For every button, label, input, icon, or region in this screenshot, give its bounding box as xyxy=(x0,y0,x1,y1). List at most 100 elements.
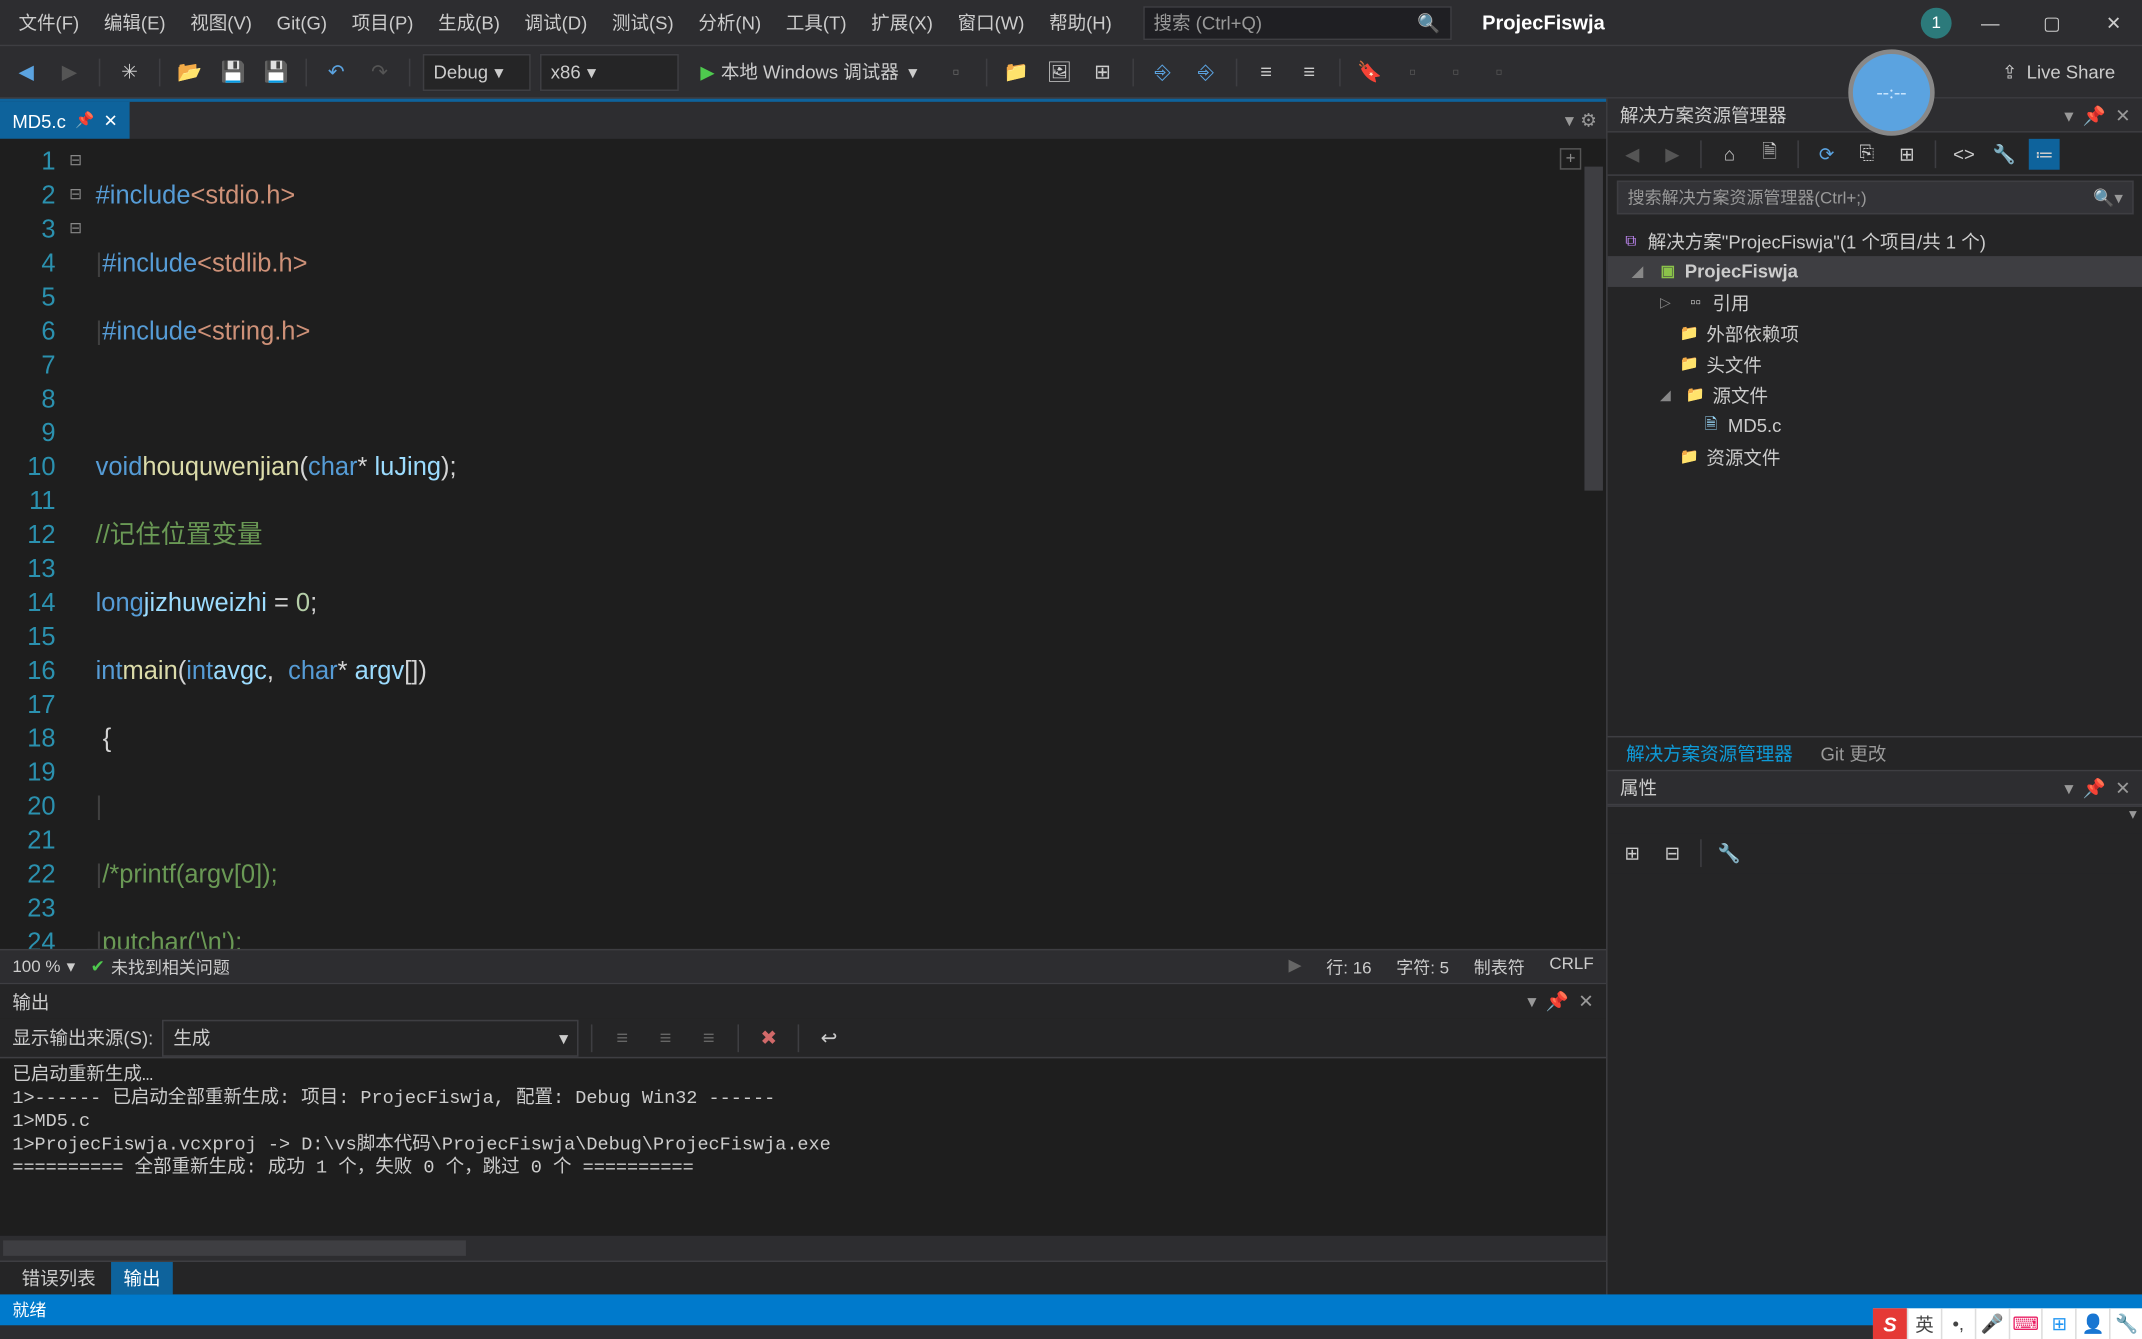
code-editor[interactable]: + 12345678910111213141516171819202122232… xyxy=(0,139,1606,949)
maximize-button[interactable]: ▢ xyxy=(2029,2,2075,42)
menu-analyze[interactable]: 分析(N) xyxy=(686,5,773,40)
redo-icon[interactable]: ↷ xyxy=(363,55,397,89)
tab-md5c[interactable]: MD5.c 📌 ✕ xyxy=(0,102,130,139)
output-scrollbar[interactable] xyxy=(0,1236,1606,1261)
tab-dropdown-icon[interactable]: ▾ xyxy=(1565,110,1574,132)
menu-file[interactable]: 文件(F) xyxy=(6,5,91,40)
menu-test[interactable]: 测试(S) xyxy=(600,5,686,40)
se-code-icon[interactable]: <> xyxy=(1949,138,1980,169)
bookmark-icon[interactable]: 🔖 xyxy=(1352,55,1386,89)
config-combo[interactable]: Debug▾ xyxy=(423,53,531,90)
undo-icon[interactable]: ↶ xyxy=(319,55,353,89)
code-area[interactable]: #include <stdio.h> |#include<stdlib.h> |… xyxy=(86,139,1606,949)
se-tab-git[interactable]: Git 更改 xyxy=(1808,737,1899,769)
tree-sources[interactable]: ◢ 📁 源文件 xyxy=(1608,380,2142,411)
tool-icon-2[interactable]: 📁 xyxy=(999,55,1033,89)
tool-icon-1[interactable]: ▫ xyxy=(939,55,973,89)
se-tab-solution[interactable]: 解决方案资源管理器 xyxy=(1614,737,1805,769)
output-pin-icon[interactable]: 📌 xyxy=(1546,990,1569,1012)
open-icon[interactable]: 📂 xyxy=(173,55,207,89)
platform-combo[interactable]: x86▾ xyxy=(540,53,679,90)
tool-icon-7[interactable]: ▫ xyxy=(1482,55,1516,89)
ime-grid-icon[interactable]: ⊞ xyxy=(2042,1308,2076,1339)
minimize-button[interactable]: — xyxy=(1967,2,2013,42)
uncomment-icon[interactable]: ≡ xyxy=(1292,55,1326,89)
comment-icon[interactable]: ≡ xyxy=(1249,55,1283,89)
menu-window[interactable]: 窗口(W) xyxy=(945,5,1037,40)
ime-tool-icon[interactable]: 🔧 xyxy=(2109,1308,2142,1339)
tab-settings-icon[interactable]: ⚙ xyxy=(1580,110,1597,132)
se-tool-3[interactable]: ⊞ xyxy=(1891,138,1922,169)
ime-punct-icon[interactable]: •, xyxy=(1941,1308,1975,1339)
output-source-combo[interactable]: 生成▾ xyxy=(163,1019,580,1056)
tool-icon-6[interactable]: ▫ xyxy=(1439,55,1473,89)
props-az-icon[interactable]: ⊟ xyxy=(1657,838,1688,869)
se-tool-1[interactable]: 🗎 xyxy=(1754,138,1785,169)
se-search[interactable]: 搜索解决方案资源管理器(Ctrl+;) 🔍▾ xyxy=(1617,181,2134,215)
live-share-button[interactable]: ⇪ Live Share xyxy=(2002,61,2115,83)
props-close-icon[interactable]: ✕ xyxy=(2115,777,2131,799)
ime-mic-icon[interactable]: 🎤 xyxy=(1974,1308,2008,1339)
se-props-icon[interactable]: ≔ xyxy=(2029,138,2060,169)
editor-scrollbar[interactable] xyxy=(1581,139,1606,949)
se-close-icon[interactable]: ✕ xyxy=(2115,104,2131,126)
tool-icon-3[interactable]: 🖼 xyxy=(1042,55,1076,89)
se-pin-icon[interactable]: 📌 xyxy=(2083,104,2106,126)
output-dropdown-icon[interactable]: ▾ xyxy=(1527,990,1536,1012)
step-icon-1[interactable]: ⎆ xyxy=(1146,55,1180,89)
zoom-dropdown-icon[interactable]: ▾ xyxy=(67,957,76,977)
menu-project[interactable]: 项目(P) xyxy=(339,5,425,40)
menu-edit[interactable]: 编辑(E) xyxy=(92,5,178,40)
props-pin-icon[interactable]: 📌 xyxy=(2083,777,2106,799)
tool-icon-4[interactable]: ⊞ xyxy=(1086,55,1120,89)
props-wrench-icon[interactable]: 🔧 xyxy=(1714,838,1745,869)
menu-git[interactable]: Git(G) xyxy=(264,7,339,38)
tree-project[interactable]: ◢ ▣ ProjecFiswja xyxy=(1608,256,2142,287)
tree-ext-deps[interactable]: 📁 外部依赖项 xyxy=(1608,318,2142,349)
tool-icon-5[interactable]: ▫ xyxy=(1396,55,1430,89)
start-debug-button[interactable]: ▶ 本地 Windows 调试器▾ xyxy=(688,52,930,92)
solution-tree[interactable]: ⧉ 解决方案"ProjecFiswja"(1 个项目/共 1 个) ◢ ▣ Pr… xyxy=(1608,219,2142,736)
menu-build[interactable]: 生成(B) xyxy=(426,5,512,40)
ime-user-icon[interactable]: 👤 xyxy=(2076,1308,2110,1339)
quick-search[interactable]: 搜索 (Ctrl+Q) 🔍 xyxy=(1143,5,1452,39)
menu-tools[interactable]: 工具(T) xyxy=(773,5,858,40)
props-target-combo[interactable]: ▾ xyxy=(1608,805,2142,833)
se-dropdown-icon[interactable]: ▾ xyxy=(2064,104,2073,126)
se-wrench-icon[interactable]: 🔧 xyxy=(1989,138,2020,169)
menu-extensions[interactable]: 扩展(X) xyxy=(859,5,945,40)
ime-bar[interactable]: S 英 •, 🎤 ⌨ ⊞ 👤 🔧 xyxy=(1873,1308,2142,1339)
close-icon[interactable]: ✕ xyxy=(104,111,118,131)
tree-solution[interactable]: ⧉ 解决方案"ProjecFiswja"(1 个项目/共 1 个) xyxy=(1608,225,2142,256)
se-home-icon[interactable]: ⌂ xyxy=(1714,138,1745,169)
menu-debug[interactable]: 调试(D) xyxy=(512,5,599,40)
output-tool-2[interactable]: ≡ xyxy=(649,1021,683,1055)
output-close-icon[interactable]: ✕ xyxy=(1578,990,1594,1012)
back-button[interactable]: ◀ xyxy=(9,55,43,89)
tree-resources[interactable]: 📁 资源文件 xyxy=(1608,441,2142,472)
forward-button[interactable]: ▶ xyxy=(52,55,86,89)
nav-arrow-icon[interactable]: ▶ xyxy=(1289,954,1302,979)
props-cat-icon[interactable]: ⊞ xyxy=(1617,838,1648,869)
output-tool-3[interactable]: ≡ xyxy=(692,1021,726,1055)
props-dropdown-icon[interactable]: ▾ xyxy=(2064,777,2073,799)
notification-badge[interactable]: 1 xyxy=(1921,7,1952,38)
close-button[interactable]: ✕ xyxy=(2090,2,2136,42)
se-tool-2[interactable]: ⎘ xyxy=(1851,138,1882,169)
new-project-icon[interactable]: ✳ xyxy=(113,55,147,89)
se-fwd-icon[interactable]: ▶ xyxy=(1657,138,1688,169)
menu-help[interactable]: 帮助(H) xyxy=(1037,5,1124,40)
tree-refs[interactable]: ▷ ▫▫ 引用 xyxy=(1608,287,2142,318)
ime-lang[interactable]: 英 xyxy=(1907,1308,1941,1339)
collapse-icon[interactable]: ◢ xyxy=(1660,386,1679,403)
output-tool-1[interactable]: ≡ xyxy=(605,1021,639,1055)
tab-error-list[interactable]: 错误列表 xyxy=(9,1262,108,1294)
menu-view[interactable]: 视图(V) xyxy=(178,5,264,40)
ime-kbd-icon[interactable]: ⌨ xyxy=(2008,1308,2042,1339)
output-wrap-icon[interactable]: ↩ xyxy=(812,1021,846,1055)
save-all-icon[interactable]: 💾 xyxy=(259,55,293,89)
ime-logo-icon[interactable]: S xyxy=(1873,1308,1907,1339)
user-avatar[interactable]: --:-- xyxy=(1848,49,1934,135)
step-icon-2[interactable]: ⎆ xyxy=(1189,55,1223,89)
collapse-icon[interactable]: ◢ xyxy=(1632,263,1651,280)
